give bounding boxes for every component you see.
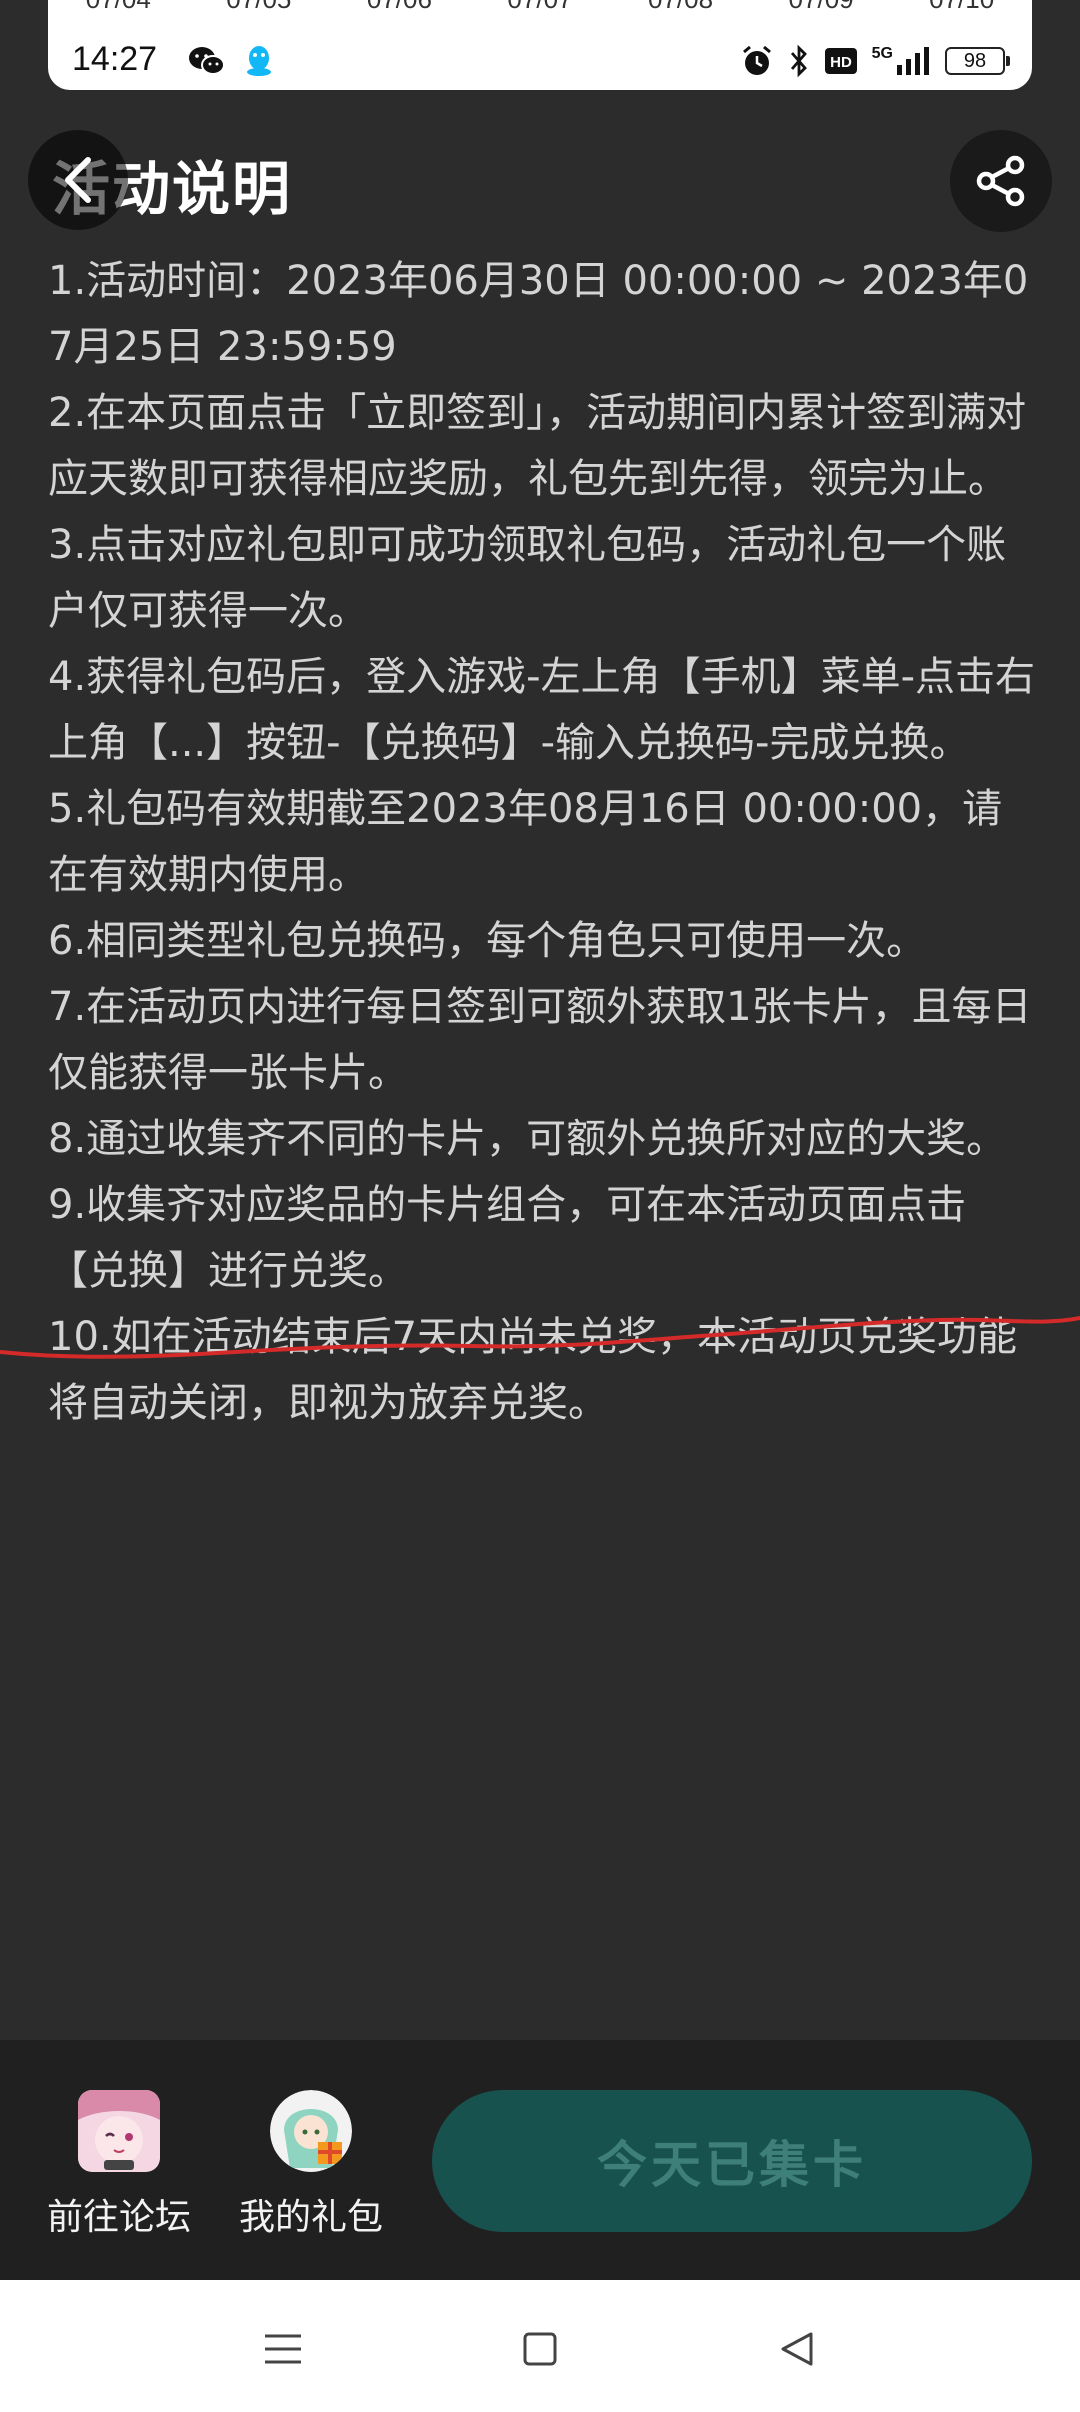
svg-text:HD: HD [830,54,852,71]
triangle-back-icon [779,2330,815,2368]
system-icons: HD 5G 98 [740,44,1010,78]
system-nav-bar [0,2280,1080,2412]
date-strip: 07/04 07/05 07/06 07/07 07/08 07/09 07/1… [48,0,1032,15]
date-label: 07/10 [929,0,994,15]
forum-avatar [78,2090,160,2172]
status-time: 14:27 [72,40,158,78]
home-nav-button[interactable] [505,2314,575,2384]
forum-label: 前往论坛 [46,2197,191,2238]
gifts-label: 我的礼包 [238,2197,383,2238]
rule-item: 8.通过收集齐不同的卡片，可额外兑换所对应的大奖。 [48,1116,1007,1162]
signal-icon: 5G [872,45,931,77]
date-label: 07/07 [507,0,572,15]
notification-icons [188,44,274,78]
share-button[interactable] [950,130,1052,232]
network-type: 5G [871,45,893,62]
chevron-left-icon [58,154,98,206]
rule-item: 1.活动时间：2023年06月30日 00:00:00 ~ 2023年07月25… [48,258,1029,370]
menu-icon [263,2331,303,2367]
menu-nav-button[interactable] [248,2314,318,2384]
rule-item: 4.获得礼包码后，登入游戏-左上角【手机】菜单-点击右上角【...】按钮-【兑换… [48,654,1036,766]
hd-icon: HD [824,47,858,75]
battery-level: 98 [945,47,1005,75]
back-button[interactable] [28,130,128,230]
battery-icon: 98 [945,47,1010,75]
wechat-icon [188,45,226,77]
back-nav-button[interactable] [762,2314,832,2384]
share-icon [973,153,1029,209]
rules-list: 1.活动时间：2023年06月30日 00:00:00 ~ 2023年07月25… [48,248,1040,1436]
rule-item: 2.在本页面点击「立即签到」，活动期间内累计签到满对应天数即可获得相应奖励，礼包… [48,390,1027,502]
bottom-action-bar: 前往论坛 我的礼包 今天已集卡 [0,2040,1080,2280]
date-label: 07/08 [648,0,713,15]
forum-link[interactable]: 前往论坛 [44,2090,194,2240]
square-icon [522,2331,558,2367]
date-label: 07/04 [86,0,151,15]
rule-item: 7.在活动页内进行每日签到可额外获取1张卡片，且每日仅能获得一张卡片。 [48,984,1032,1096]
date-label: 07/05 [226,0,291,15]
date-label: 07/09 [789,0,854,15]
date-label: 07/06 [367,0,432,15]
gifts-avatar [270,2090,352,2172]
rule-item: 5.礼包码有效期截至2023年08月16日 00:00:00，请在有效期内使用。 [48,786,1003,898]
collect-card-button[interactable]: 今天已集卡 [432,2090,1032,2232]
my-gifts-link[interactable]: 我的礼包 [236,2090,386,2240]
rule-item: 10.如在活动结束后7天内尚未兑奖，本活动页兑奖功能将自动关闭，即视为放弃兑奖。 [48,1314,1018,1426]
qq-icon [244,44,274,78]
bluetooth-icon [788,44,810,78]
rule-item: 3.点击对应礼包即可成功领取礼包码，活动礼包一个账户仅可获得一次。 [48,522,1007,634]
alarm-icon [740,44,774,78]
status-bar: 07/04 07/05 07/06 07/07 07/08 07/09 07/1… [48,0,1032,90]
rule-item: 9.收集齐对应奖品的卡片组合，可在本活动页面点击【兑换】进行兑奖。 [48,1182,967,1294]
rule-item: 6.相同类型礼包兑换码，每个角色只可使用一次。 [48,918,927,964]
